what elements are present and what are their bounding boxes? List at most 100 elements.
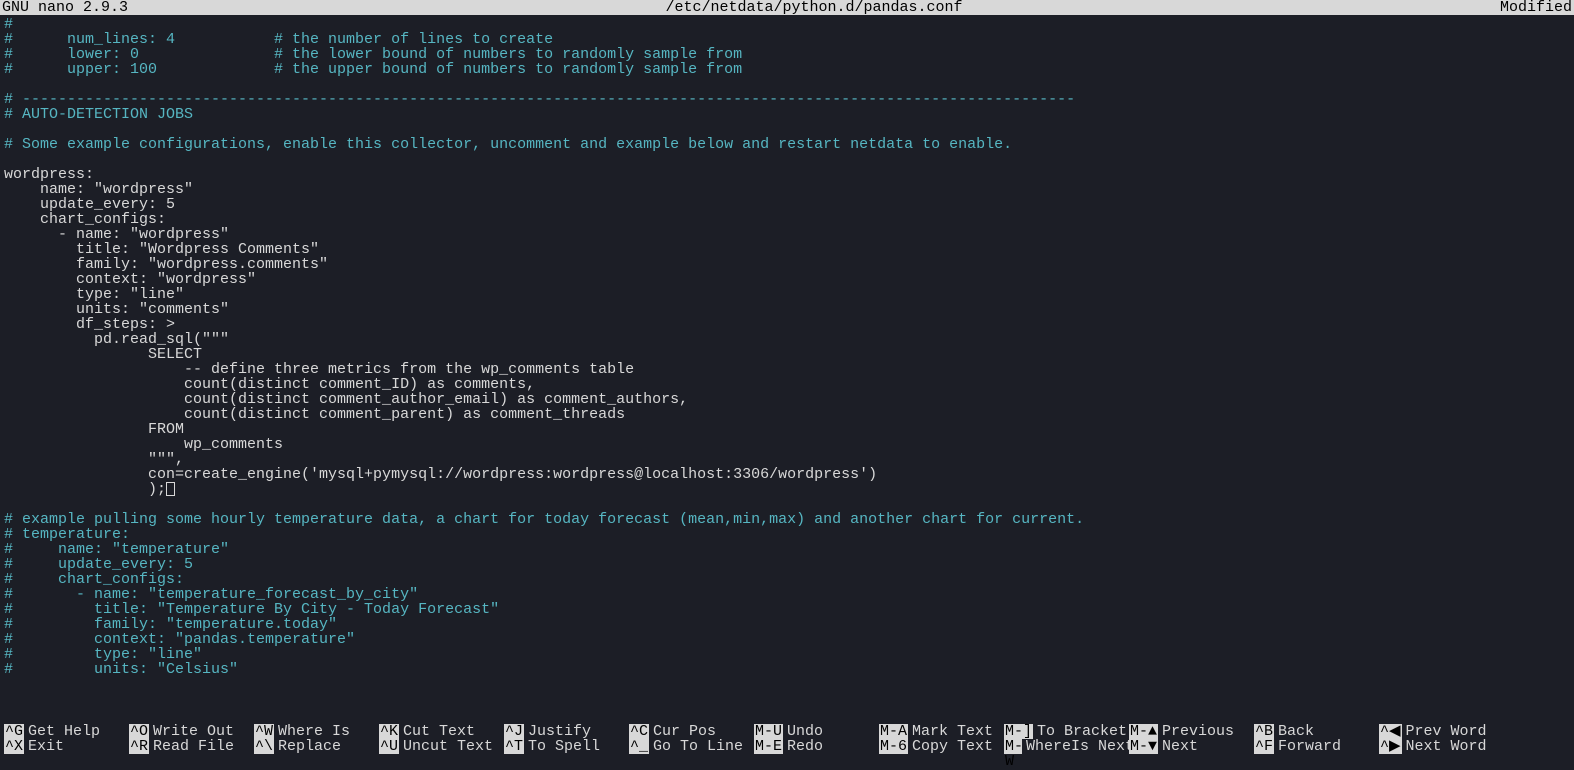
editor-line: # family: "temperature.today" xyxy=(4,617,1574,632)
editor-line: - name: "wordpress" xyxy=(4,227,1574,242)
editor-line: count(distinct comment_parent) as commen… xyxy=(4,407,1574,422)
shortcut-key: M-E xyxy=(754,739,783,754)
editor-line: # --------------------------------------… xyxy=(4,92,1574,107)
editor-line: wp_comments xyxy=(4,437,1574,452)
shortcut-item[interactable]: ^_Go To Line xyxy=(629,739,754,754)
shortcut-item[interactable]: M-▼Next xyxy=(1129,739,1254,754)
editor-line: update_every: 5 xyxy=(4,197,1574,212)
shortcut-item[interactable]: M-UUndo xyxy=(754,724,879,739)
editor-line xyxy=(4,122,1574,137)
shortcut-item[interactable]: ^FForward xyxy=(1254,739,1379,754)
shortcut-item[interactable]: ^BBack xyxy=(1254,724,1379,739)
shortcut-desc: Forward xyxy=(1274,739,1341,754)
shortcut-key: ^\ xyxy=(254,739,274,754)
shortcut-item[interactable]: M-▲Previous xyxy=(1129,724,1254,739)
shortcut-key: ^◀ xyxy=(1379,724,1402,739)
shortcut-item[interactable]: ^XExit xyxy=(4,739,129,754)
editor-line: # - name: "temperature_forecast_by_city" xyxy=(4,587,1574,602)
editor-line: # units: "Celsius" xyxy=(4,662,1574,677)
shortcut-desc: Cur Pos xyxy=(649,724,716,739)
shortcut-desc: Where Is xyxy=(274,724,350,739)
shortcut-key: M-▲ xyxy=(1129,724,1158,739)
editor-line: name: "wordpress" xyxy=(4,182,1574,197)
shortcut-key: M-] xyxy=(1004,724,1033,739)
titlebar: GNU nano 2.9.3 /etc/netdata/python.d/pan… xyxy=(0,0,1574,15)
shortcut-desc: Redo xyxy=(783,739,823,754)
shortcut-desc: WhereIs Next xyxy=(1022,739,1134,754)
app-version: GNU nano 2.9.3 xyxy=(2,0,128,15)
shortcut-item[interactable]: ^GGet Help xyxy=(4,724,129,739)
editor-line: units: "comments" xyxy=(4,302,1574,317)
shortcut-item[interactable]: ^TTo Spell xyxy=(504,739,629,754)
shortcut-item[interactable]: ^RRead File xyxy=(129,739,254,754)
editor-line: # type: "line" xyxy=(4,647,1574,662)
shortcut-key: ^X xyxy=(4,739,24,754)
editor-line: # lower: 0 # the lower bound of numbers … xyxy=(4,47,1574,62)
shortcut-key: ^▶ xyxy=(1379,739,1402,754)
shortcut-desc: Read File xyxy=(149,739,234,754)
editor-line: con=create_engine('mysql+pymysql://wordp… xyxy=(4,467,1574,482)
shortcut-key: ^J xyxy=(504,724,524,739)
shortcut-key: M-6 xyxy=(879,739,908,754)
shortcut-key: M-U xyxy=(754,724,783,739)
editor-line: # example pulling some hourly temperatur… xyxy=(4,512,1574,527)
editor-line: -- define three metrics from the wp_comm… xyxy=(4,362,1574,377)
shortcut-desc: Undo xyxy=(783,724,823,739)
shortcut-item[interactable]: ^JJustify xyxy=(504,724,629,739)
shortcut-item[interactable]: ^▶Next Word xyxy=(1379,739,1504,754)
file-path: /etc/netdata/python.d/pandas.conf xyxy=(665,0,962,15)
shortcut-desc: Mark Text xyxy=(908,724,993,739)
editor-line: # num_lines: 4 # the number of lines to … xyxy=(4,32,1574,47)
shortcut-item[interactable]: ^UUncut Text xyxy=(379,739,504,754)
editor-line: """, xyxy=(4,452,1574,467)
shortcut-key: M-▼ xyxy=(1129,739,1158,754)
editor-line: count(distinct comment_ID) as comments, xyxy=(4,377,1574,392)
editor-line xyxy=(4,497,1574,512)
editor-line: # xyxy=(4,17,1574,32)
editor-content[interactable]: ## num_lines: 4 # the number of lines to… xyxy=(0,15,1574,677)
shortcut-item[interactable]: M-WWhereIs Next xyxy=(1004,739,1129,754)
editor-line: chart_configs: xyxy=(4,212,1574,227)
editor-line: FROM xyxy=(4,422,1574,437)
shortcut-desc: To Spell xyxy=(524,739,600,754)
shortcut-desc: Get Help xyxy=(24,724,100,739)
shortcut-key: M-W xyxy=(1004,739,1022,754)
shortcut-item[interactable]: M-]To Bracket xyxy=(1004,724,1129,739)
shortcut-desc: Write Out xyxy=(149,724,234,739)
editor-line: pd.read_sql(""" xyxy=(4,332,1574,347)
shortcut-bar: ^GGet Help^OWrite Out^WWhere Is^KCut Tex… xyxy=(0,724,1574,756)
editor-line: type: "line" xyxy=(4,287,1574,302)
editor-line: title: "Wordpress Comments" xyxy=(4,242,1574,257)
shortcut-key: ^O xyxy=(129,724,149,739)
shortcut-item[interactable]: ^◀Prev Word xyxy=(1379,724,1504,739)
editor-line xyxy=(4,152,1574,167)
editor-line: wordpress: xyxy=(4,167,1574,182)
shortcut-key: ^R xyxy=(129,739,149,754)
shortcut-key: ^T xyxy=(504,739,524,754)
shortcut-item[interactable]: ^KCut Text xyxy=(379,724,504,739)
shortcut-item[interactable]: ^\Replace xyxy=(254,739,379,754)
cursor xyxy=(166,482,175,496)
shortcut-key: ^K xyxy=(379,724,399,739)
shortcut-key: M-A xyxy=(879,724,908,739)
editor-line: count(distinct comment_author_email) as … xyxy=(4,392,1574,407)
editor-line: # update_every: 5 xyxy=(4,557,1574,572)
editor-line: # title: "Temperature By City - Today Fo… xyxy=(4,602,1574,617)
shortcut-item[interactable]: M-6Copy Text xyxy=(879,739,1004,754)
shortcut-item[interactable]: ^WWhere Is xyxy=(254,724,379,739)
editor-line: # Some example configurations, enable th… xyxy=(4,137,1574,152)
shortcut-item[interactable]: M-AMark Text xyxy=(879,724,1004,739)
shortcut-item[interactable]: M-ERedo xyxy=(754,739,879,754)
editor-line: # upper: 100 # the upper bound of number… xyxy=(4,62,1574,77)
shortcut-desc: Cut Text xyxy=(399,724,475,739)
shortcut-desc: Prev Word xyxy=(1402,724,1487,739)
shortcut-key: ^_ xyxy=(629,739,649,754)
shortcut-row-2: ^XExit^RRead File^\Replace^UUncut Text^T… xyxy=(4,739,1570,754)
editor-line: df_steps: > xyxy=(4,317,1574,332)
shortcut-desc: Back xyxy=(1274,724,1314,739)
shortcut-item[interactable]: ^CCur Pos xyxy=(629,724,754,739)
shortcut-item[interactable]: ^OWrite Out xyxy=(129,724,254,739)
shortcut-key: ^G xyxy=(4,724,24,739)
editor-line: # temperature: xyxy=(4,527,1574,542)
editor-line: SELECT xyxy=(4,347,1574,362)
